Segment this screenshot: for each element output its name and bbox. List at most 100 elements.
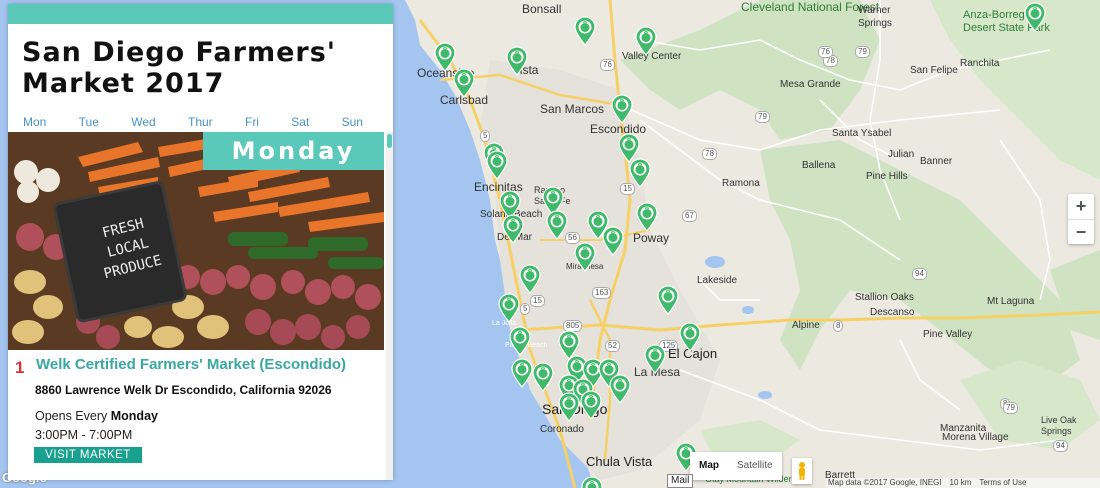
market-marker-icon[interactable]: [485, 150, 509, 180]
market-number: 1: [15, 358, 25, 377]
market-marker-icon[interactable]: [601, 226, 625, 256]
route-shield-icon: 67: [682, 210, 697, 222]
market-entry: 1 Welk Certified Farmers' Market (Escond…: [8, 356, 384, 463]
market-name-link[interactable]: Welk Certified Farmers' Market (Escondid…: [36, 356, 384, 373]
market-marker-icon[interactable]: [610, 94, 634, 124]
route-shield-icon: 94: [1053, 440, 1068, 452]
page-title: San Diego Farmers' Market 2017: [22, 37, 337, 99]
route-shield-icon: 15: [530, 295, 545, 307]
route-shield-icon: 79: [755, 111, 770, 123]
tab-thursday[interactable]: Thur: [188, 115, 213, 129]
forest-area: [620, 0, 880, 140]
tab-saturday[interactable]: Sat: [291, 115, 309, 129]
market-marker-icon[interactable]: [643, 344, 667, 374]
market-marker-icon[interactable]: [573, 16, 597, 46]
place-label: Bonsall: [522, 2, 562, 16]
opens-day: Monday: [110, 409, 158, 423]
place-label: Banner: [920, 156, 953, 167]
panel-scrollbar[interactable]: [386, 132, 393, 480]
forest-area: [760, 140, 1080, 390]
market-marker-icon[interactable]: [497, 293, 521, 323]
place-label: Santa Ysabel: [832, 128, 892, 139]
place-label: Poway: [633, 231, 670, 245]
route-shield-icon: 76: [600, 59, 615, 71]
market-hours: 3:00PM - 7:00PM: [35, 428, 133, 442]
route-shield-icon: 163: [592, 287, 612, 299]
map-data-credit: Map data ©2017 Google, INEGI: [828, 478, 942, 487]
day-tabs: Mon Tue Wed Thur Fri Sat Sun: [8, 115, 393, 129]
market-marker-icon[interactable]: [656, 285, 680, 315]
map-attribution: Map data ©2017 Google, INEGI 10 km Terms…: [826, 478, 1100, 488]
selected-day-banner: Monday: [203, 132, 384, 170]
place-label: Warner Springs: [858, 5, 892, 29]
place-label: San Felipe: [910, 65, 958, 76]
market-marker-icon[interactable]: [573, 242, 597, 272]
tab-tuesday[interactable]: Tue: [79, 115, 99, 129]
place-label: Descanso: [870, 307, 915, 318]
place-label: Chula Vista: [586, 454, 653, 469]
route-shield-icon: 76: [818, 46, 833, 58]
place-label: Cleveland National Forest: [741, 0, 880, 14]
place-label: Live Oak Springs: [1041, 415, 1077, 436]
scale-label: 10 km: [949, 478, 972, 487]
map-type-control: Map Satellite: [690, 452, 782, 480]
place-label: Alpine: [792, 320, 820, 331]
market-marker-icon[interactable]: [518, 264, 542, 294]
place-label: Mesa Grande: [780, 79, 841, 90]
route-shield-icon: 79: [1003, 402, 1018, 414]
tab-friday[interactable]: Fri: [245, 115, 259, 129]
market-marker-icon[interactable]: [508, 326, 532, 356]
market-marker-icon[interactable]: [557, 392, 581, 422]
route-shield-icon: 79: [855, 46, 870, 58]
place-label: Pine Valley: [923, 329, 973, 340]
place-label: Stallion Oaks: [855, 292, 914, 303]
market-marker-icon[interactable]: [505, 46, 529, 76]
market-marker-icon[interactable]: [608, 374, 632, 404]
market-marker-icon[interactable]: [501, 214, 525, 244]
place-label: Ramona: [722, 178, 760, 189]
place-label: San Marcos: [540, 102, 605, 116]
tab-wednesday[interactable]: Wed: [131, 115, 155, 129]
place-label: Anza-Borrego Desert State Park: [963, 9, 1050, 34]
place-label: Julian: [888, 149, 915, 160]
map-type-satellite-button[interactable]: Satellite: [728, 452, 782, 480]
market-marker-icon[interactable]: [635, 202, 659, 232]
market-marker-icon[interactable]: [580, 476, 604, 488]
street-view-pegman-icon[interactable]: [792, 458, 812, 484]
opens-prefix: Opens Every: [35, 409, 108, 423]
zoom-out-button[interactable]: −: [1068, 219, 1094, 244]
map-type-map-button[interactable]: Map: [690, 452, 728, 480]
market-marker-icon[interactable]: [579, 390, 603, 420]
scrollbar-thumb[interactable]: [387, 134, 392, 148]
terms-link[interactable]: Terms of Use: [979, 478, 1026, 488]
market-marker-icon[interactable]: [1023, 2, 1047, 32]
route-shield-icon: 52: [605, 340, 620, 352]
place-label: Morena Village: [942, 432, 1009, 443]
lake: [758, 391, 772, 399]
visit-market-button[interactable]: VISIT MARKET: [34, 447, 142, 463]
market-marker-icon[interactable]: [634, 26, 658, 56]
panel-top-bar: [8, 4, 393, 24]
place-label: Ranchita: [960, 58, 1000, 69]
market-marker-icon[interactable]: [531, 362, 555, 392]
lake: [742, 306, 754, 314]
tab-sunday[interactable]: Sun: [342, 115, 363, 129]
route-shield-icon: 94: [912, 268, 927, 280]
place-label: Ballena: [802, 160, 836, 171]
lake: [705, 256, 725, 268]
map-type-tooltip: Mail: [667, 474, 694, 488]
route-shield-icon: 78: [702, 148, 717, 160]
market-address: 8860 Lawrence Welk Dr Escondido, Califor…: [35, 383, 332, 397]
market-marker-icon[interactable]: [628, 158, 652, 188]
tab-monday[interactable]: Mon: [23, 115, 46, 129]
place-label: Mt Laguna: [987, 296, 1035, 307]
market-marker-icon[interactable]: [678, 322, 702, 352]
place-label: Lakeside: [697, 275, 738, 286]
zoom-in-button[interactable]: +: [1068, 194, 1094, 219]
place-label: Coronado: [540, 424, 584, 435]
market-opens: Opens Every Monday: [35, 409, 384, 423]
zoom-control: + −: [1068, 194, 1094, 244]
market-marker-icon[interactable]: [545, 210, 569, 240]
place-label: Pine Hills: [866, 171, 908, 182]
market-marker-icon[interactable]: [452, 68, 476, 98]
